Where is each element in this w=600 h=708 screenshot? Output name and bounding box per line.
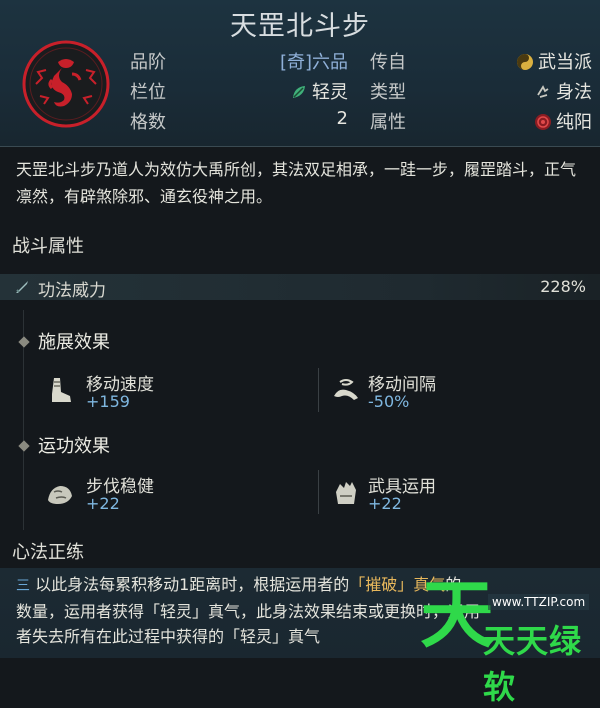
grid-value: 2 <box>336 108 348 129</box>
operate-divider <box>318 470 319 514</box>
sword-icon <box>16 281 28 293</box>
operate-effect-1-value: +22 <box>86 494 120 513</box>
swirl-step-icon <box>334 379 358 400</box>
grid-row: 格数 2 <box>130 108 348 133</box>
boot-icon <box>52 378 71 402</box>
element-row: 属性 纯阳 <box>370 108 592 133</box>
cast-heading: 施展效果 <box>38 332 110 353</box>
cast-bullet <box>18 336 30 348</box>
grid-label: 格数 <box>130 112 166 133</box>
skill-title: 天罡北斗步 <box>230 11 370 42</box>
stone-foot-icon <box>48 486 72 504</box>
cast-effect-1-value: +159 <box>86 392 130 411</box>
operate-bullet <box>18 440 30 452</box>
rank-label: 品阶 <box>130 52 166 73</box>
watermark-text: 天天绿软 <box>483 622 583 706</box>
slot-row: 栏位 轻灵 <box>130 78 348 103</box>
gauntlet-icon <box>336 482 356 504</box>
type-value: 身法 <box>556 82 592 103</box>
heart-heading: 心法正练 <box>12 542 84 563</box>
pure-yang-icon <box>535 114 551 130</box>
origin-row: 传自 武当派 <box>370 48 592 73</box>
element-label: 属性 <box>370 112 406 133</box>
power-value: 228% <box>540 277 586 296</box>
watermark-url: www.TTZIP.com <box>488 594 590 610</box>
rank-row: 品阶 [奇]六品 <box>130 48 348 73</box>
power-row: 功法威力 228% <box>0 274 600 301</box>
rank-value: [奇]六品 <box>279 52 348 73</box>
type-label: 类型 <box>370 82 406 103</box>
operate-heading: 运功效果 <box>38 436 110 457</box>
type-row: 类型 身法 <box>370 78 592 103</box>
power-label: 功法威力 <box>38 281 106 301</box>
operate-effect-2-value: +22 <box>368 494 402 513</box>
combat-heading: 战斗属性 <box>12 236 84 257</box>
cast-effect-2-value: -50% <box>368 392 410 411</box>
cast-divider <box>318 368 319 412</box>
heart-marker: 三 <box>16 578 30 594</box>
origin-label: 传自 <box>370 52 406 73</box>
element-value: 纯阳 <box>556 112 592 133</box>
skill-emblem-icon <box>22 40 110 128</box>
footwork-icon <box>537 85 549 98</box>
slot-label: 栏位 <box>130 82 166 103</box>
skill-description: 天罡北斗步乃道人为效仿大禹所创，其法双足相承，一跬一步，履罡踏斗，正气凛然，有辟… <box>16 160 577 206</box>
slot-value: 轻灵 <box>312 82 348 103</box>
wudang-yinyang-icon <box>517 54 533 70</box>
origin-value: 武当派 <box>538 52 592 73</box>
qingling-leaf-icon <box>293 86 305 98</box>
